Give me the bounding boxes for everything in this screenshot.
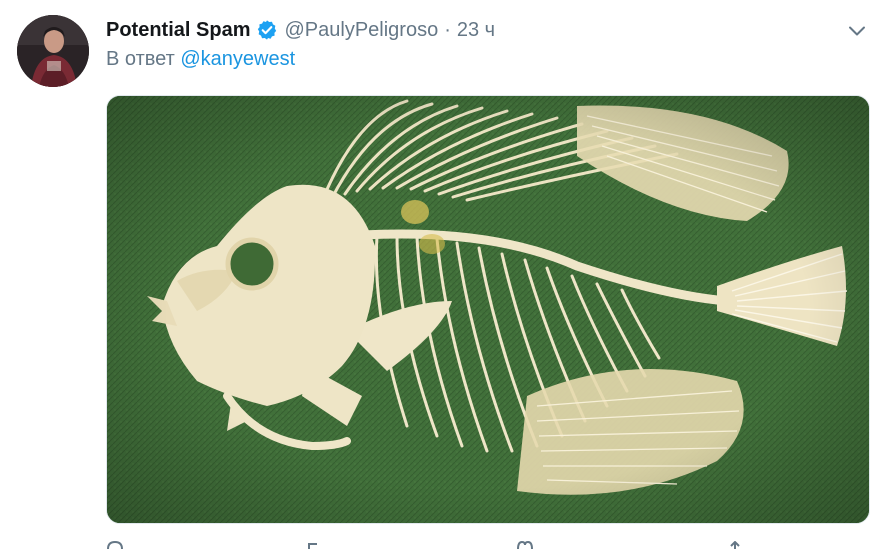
reply-prefix: В ответ xyxy=(106,48,175,70)
like-icon[interactable] xyxy=(516,536,534,550)
avatar[interactable] xyxy=(17,15,89,87)
timestamp[interactable]: 23 ч xyxy=(457,19,495,42)
tweet-header: Potential Spam @PaulyPeligroso · 23 ч xyxy=(106,16,495,44)
verified-badge-icon xyxy=(256,19,278,41)
fish-skeleton-image xyxy=(107,96,869,523)
tweet-media-photo[interactable] xyxy=(106,95,870,524)
tweet-actions xyxy=(106,536,806,550)
user-handle[interactable]: @PaulyPeligroso xyxy=(284,19,438,42)
reply-icon[interactable] xyxy=(106,536,124,550)
display-name[interactable]: Potential Spam xyxy=(106,19,250,42)
share-icon[interactable] xyxy=(726,536,744,549)
reply-mention-link[interactable]: @kanyewest xyxy=(180,48,295,70)
reply-context: В ответ @kanyewest xyxy=(106,48,295,71)
chevron-down-icon[interactable] xyxy=(846,20,868,42)
avatar-photo xyxy=(17,15,89,87)
retweet-icon[interactable] xyxy=(306,536,324,549)
separator-dot: · xyxy=(444,18,451,41)
